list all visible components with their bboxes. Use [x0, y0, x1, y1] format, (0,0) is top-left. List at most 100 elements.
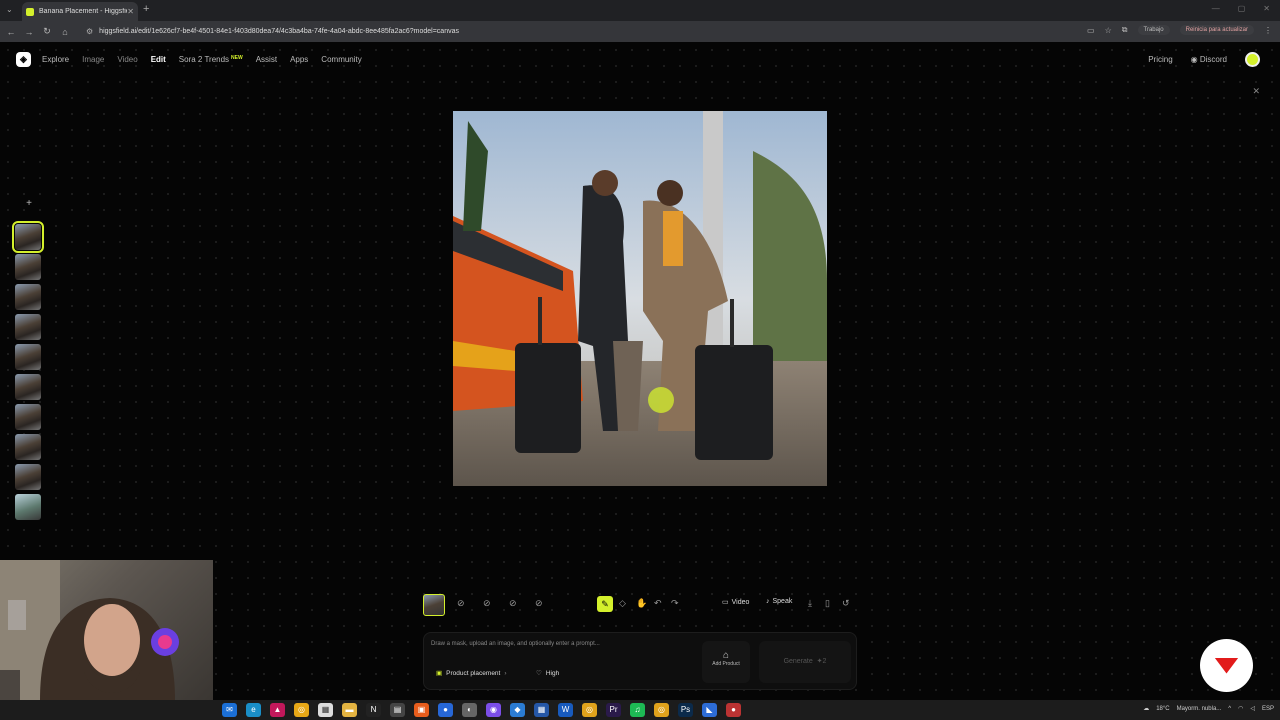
edge-app-icon[interactable]: e	[246, 703, 261, 717]
chrome-app-icon[interactable]: ◎	[654, 703, 669, 717]
add-product-label: Add Product	[712, 661, 740, 667]
pricing-link[interactable]: Pricing	[1148, 55, 1172, 64]
nav-item-explore[interactable]: Explore	[42, 55, 69, 64]
spotify-app-icon[interactable]: ♫	[630, 703, 645, 717]
add-image-icon[interactable]: +	[15, 198, 43, 212]
update-button[interactable]: Reinicia para actualizar	[1179, 25, 1254, 35]
wifi-icon[interactable]: ◠	[1238, 705, 1243, 712]
new-tab-icon[interactable]: +	[143, 3, 149, 15]
app-icon[interactable]: ▦	[534, 703, 549, 717]
reload-icon[interactable]: ↻	[38, 26, 56, 37]
history-thumb[interactable]	[15, 314, 41, 340]
chat-widget[interactable]	[1200, 639, 1253, 692]
redo-icon[interactable]: ↷	[671, 598, 679, 609]
avatar[interactable]	[1245, 52, 1260, 67]
app-icon[interactable]: ▲	[270, 703, 285, 717]
home-icon[interactable]: ⌂	[56, 27, 74, 37]
site-info-icon[interactable]: ⚙	[86, 27, 93, 36]
weather-temp[interactable]: 18°C	[1156, 706, 1169, 712]
nav-item-video[interactable]: Video	[117, 55, 137, 64]
close-icon[interactable]: ✕	[1252, 86, 1260, 97]
url-field[interactable]: ⚙ higgsfield.ai/edit/1e626cf7-be4f-4501-…	[80, 24, 1100, 39]
add-product-button[interactable]: ⌂ Add Product	[702, 641, 750, 683]
undo-icon[interactable]: ↶	[654, 598, 662, 609]
discord-label: Discord	[1199, 55, 1227, 64]
maximize-icon[interactable]: ▢	[1238, 4, 1246, 13]
hide-icon[interactable]: ⊘	[457, 598, 465, 609]
speak-button[interactable]: ♪ Speak	[766, 598, 792, 605]
close-window-icon[interactable]: ✕	[1263, 4, 1270, 13]
app-icon[interactable]: ◆	[510, 703, 525, 717]
tray-chevron-icon[interactable]: ^	[1228, 706, 1231, 712]
discord-link[interactable]: ◉ Discord	[1191, 55, 1227, 64]
app-icon[interactable]: ▤	[390, 703, 405, 717]
cast-icon[interactable]: ▭	[1087, 26, 1095, 35]
higgsfield-logo-icon[interactable]: ◈	[16, 52, 31, 67]
lock-icon: ▣	[436, 670, 443, 677]
forward-icon[interactable]: →	[20, 27, 38, 37]
app-icon[interactable]: ●	[438, 703, 453, 717]
generate-button[interactable]: Generate ✦2	[759, 641, 851, 683]
eraser-icon[interactable]: ◇	[619, 598, 626, 609]
folder-app-icon[interactable]: ▬	[342, 703, 357, 717]
nav-item-apps[interactable]: Apps	[290, 55, 308, 64]
chrome-app-icon[interactable]: ◎	[582, 703, 597, 717]
nav-item-edit[interactable]: Edit	[151, 55, 166, 64]
hand-icon[interactable]: ✋	[636, 598, 647, 609]
history-thumb[interactable]	[15, 404, 41, 430]
notion-app-icon[interactable]: N	[366, 703, 381, 717]
premiere-app-icon[interactable]: Pr	[606, 703, 621, 717]
hide-icon[interactable]: ⊘	[535, 598, 543, 609]
quality-label: High	[545, 669, 560, 677]
reset-icon[interactable]: ↺	[842, 598, 850, 609]
app-icon[interactable]: ◉	[486, 703, 501, 717]
lang-indicator[interactable]: ESP	[1262, 706, 1274, 712]
speak-label: Speak	[772, 598, 793, 605]
volume-icon[interactable]: ◁	[1250, 705, 1255, 712]
nav-item-assist[interactable]: Assist	[256, 55, 277, 64]
weather-desc[interactable]: Mayorm. nubla...	[1177, 706, 1222, 712]
history-thumb[interactable]	[15, 344, 41, 370]
history-thumb[interactable]	[15, 254, 41, 280]
bookmark-star-icon[interactable]: ☆	[1105, 26, 1112, 35]
new-badge: NEW	[231, 55, 243, 61]
calendar-app-icon[interactable]: ▣	[414, 703, 429, 717]
history-thumb[interactable]	[12, 221, 44, 253]
profile-button[interactable]: Trabajo	[1137, 25, 1170, 35]
mail-app-icon[interactable]: ✉	[222, 703, 237, 717]
bookmark-icon[interactable]: ▯	[825, 598, 830, 609]
back-icon[interactable]: ←	[2, 27, 20, 37]
mode-selector[interactable]: ▣ Product placement ›	[436, 666, 507, 680]
hide-icon[interactable]: ⊘	[483, 598, 491, 609]
browser-tab[interactable]: Banana Placement - Higgsfield ✕	[22, 2, 138, 21]
word-app-icon[interactable]: W	[558, 703, 573, 717]
history-thumb[interactable]	[15, 374, 41, 400]
tab-search-icon[interactable]: ⌄	[6, 5, 13, 14]
edit-canvas-image[interactable]	[453, 111, 827, 486]
photoshop-app-icon[interactable]: Ps	[678, 703, 693, 717]
brush-icon[interactable]: ✎	[597, 596, 613, 612]
reference-thumb[interactable]	[423, 594, 445, 616]
history-thumb[interactable]	[15, 494, 41, 520]
prompt-input[interactable]: Draw a mask, upload an image, and option…	[431, 641, 600, 647]
history-thumb[interactable]	[15, 434, 41, 460]
minimize-icon[interactable]: —	[1212, 4, 1220, 13]
chrome-app-icon[interactable]: ◎	[294, 703, 309, 717]
history-thumb[interactable]	[15, 464, 41, 490]
hide-icon[interactable]: ⊘	[509, 598, 517, 609]
menu-icon[interactable]: ⋮	[1264, 26, 1272, 35]
app-icon[interactable]: ◐	[462, 703, 477, 717]
download-icon[interactable]: ⤓	[808, 598, 812, 609]
store-app-icon[interactable]: ▦	[318, 703, 333, 717]
extensions-icon[interactable]: ⧉	[1122, 25, 1128, 35]
video-button[interactable]: ▭ Video	[722, 598, 749, 607]
quality-selector[interactable]: ♡ High	[536, 666, 559, 680]
app-icon[interactable]: ●	[726, 703, 741, 717]
app-icon[interactable]: ◣	[702, 703, 717, 717]
nav-item-sora-2-trends[interactable]: Sora 2 Trends NEW	[179, 55, 243, 64]
close-tab-icon[interactable]: ✕	[127, 7, 134, 16]
generate-cost: 2	[822, 658, 827, 665]
nav-item-community[interactable]: Community	[321, 55, 361, 64]
nav-item-image[interactable]: Image	[82, 55, 104, 64]
history-thumb[interactable]	[15, 284, 41, 310]
